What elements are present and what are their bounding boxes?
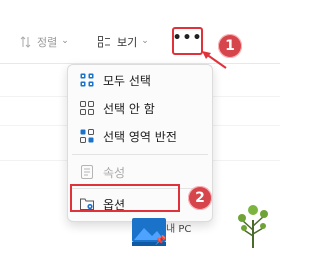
menu-item-label: 선택 안 함	[103, 102, 155, 116]
sort-label: 정렬	[37, 36, 58, 49]
more-icon: •••	[172, 30, 203, 46]
step-badge-2: 2	[188, 186, 212, 210]
chevron-down-icon: ⌄	[61, 36, 69, 46]
menu-item-select-none[interactable]: 선택 안 함	[68, 95, 212, 121]
properties-icon	[81, 165, 93, 179]
view-list-icon	[98, 36, 110, 48]
menu-item-properties: 속성	[68, 159, 212, 185]
sort-button[interactable]: 정렬 ⌄	[20, 32, 69, 52]
select-none-icon	[80, 101, 94, 115]
sort-icon	[20, 36, 31, 48]
this-pc-icon[interactable]	[130, 214, 170, 254]
step-badge-number: 2	[195, 190, 205, 206]
menu-item-label: 선택 영역 반전	[103, 130, 177, 144]
invert-selection-icon	[80, 129, 94, 143]
tree-logo-icon	[238, 205, 268, 248]
menu-item-invert-selection[interactable]: 선택 영역 반전	[68, 123, 212, 149]
pin-icon: 📌	[155, 236, 167, 246]
select-all-icon	[80, 73, 94, 87]
menu-divider	[72, 154, 208, 155]
chevron-down-icon: ⌄	[141, 36, 149, 46]
options-highlight	[70, 184, 180, 212]
this-pc-label: 내 PC	[166, 224, 192, 235]
view-label: 보기	[117, 36, 138, 49]
menu-item-label: 모두 선택	[103, 74, 151, 88]
view-button[interactable]: 보기 ⌄	[98, 32, 149, 52]
menu-item-label: 속성	[103, 166, 126, 180]
menu-item-select-all[interactable]: 모두 선택	[68, 67, 212, 93]
